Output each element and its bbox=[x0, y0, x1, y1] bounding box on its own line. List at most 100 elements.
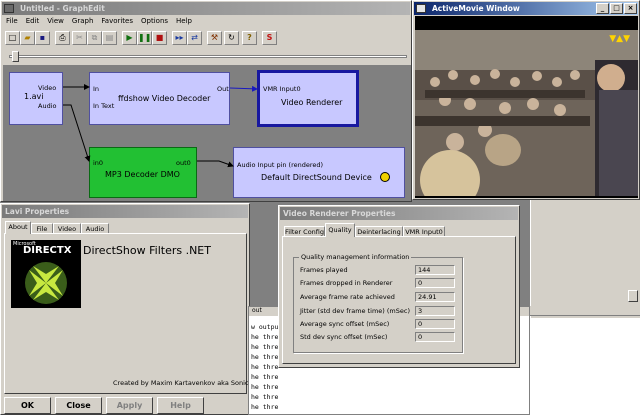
tab-audio-label: Audio bbox=[85, 225, 105, 233]
filter-mp3-decoder[interactable]: in0 MP3 Decoder DMO out0 bbox=[89, 147, 197, 198]
pin-audio-out[interactable]: Audio bbox=[38, 102, 56, 110]
refresh-icon[interactable]: ↻ bbox=[224, 31, 239, 45]
video-renderer-name: Video Renderer bbox=[281, 98, 343, 107]
quality-value-jitter: 3 bbox=[415, 306, 455, 316]
sync-icon[interactable]: ⚒ bbox=[207, 31, 222, 45]
menu-help[interactable]: Help bbox=[176, 16, 192, 27]
lavi-titlebar[interactable]: Lavi Properties bbox=[2, 205, 248, 218]
maximize-button[interactable]: □ bbox=[610, 3, 623, 14]
quality-value-frames-played: 144 bbox=[415, 265, 455, 275]
pin-out[interactable]: Out bbox=[217, 85, 229, 93]
logo-directx-text: DIRECTX bbox=[23, 245, 72, 256]
right-scroll-box[interactable] bbox=[628, 290, 638, 302]
audio-renderer-name: Default DirectSound Device bbox=[261, 173, 372, 182]
filter-video-renderer[interactable]: VMR Input0 Video Renderer bbox=[257, 70, 359, 127]
ok-button[interactable]: OK bbox=[4, 397, 51, 414]
help-label: Help bbox=[170, 401, 191, 410]
tab-file-label: File bbox=[36, 225, 48, 233]
quality-label-frames-played: Frames played bbox=[300, 266, 348, 274]
quality-group-label: Quality management information bbox=[299, 253, 412, 261]
menu-favorites[interactable]: Favorites bbox=[101, 16, 133, 27]
console-line: he thre bbox=[251, 403, 279, 411]
save-icon[interactable]: ▪ bbox=[35, 31, 50, 45]
menu-graph[interactable]: Graph bbox=[72, 16, 93, 27]
paste-icon[interactable]: ▤ bbox=[102, 31, 117, 45]
tab-about[interactable]: About bbox=[5, 221, 31, 234]
apply-button[interactable]: Apply bbox=[106, 397, 153, 414]
graphedit-app-icon bbox=[4, 4, 14, 13]
stop-icon[interactable]: ■ bbox=[152, 31, 167, 45]
tab-video-label: Video bbox=[57, 225, 77, 233]
pin-in0[interactable]: in0 bbox=[93, 159, 103, 167]
directx-x-icon bbox=[25, 262, 67, 304]
console-line: he thre bbox=[251, 353, 279, 361]
right-panel-body bbox=[530, 318, 640, 415]
tab-quality[interactable]: Quality bbox=[325, 223, 355, 237]
menu-view[interactable]: View bbox=[47, 16, 64, 27]
lavi-title: Lavi Properties bbox=[5, 207, 70, 216]
tab-about-label: About bbox=[8, 223, 28, 231]
quality-label-avg-sync: Average sync offset (mSec) bbox=[300, 320, 390, 328]
activemovie-window: ActiveMovie Window _ □ × ▼▲▼ bbox=[412, 0, 640, 200]
lavi-credit: Created by Maxim Kartavenkov aka Sonic bbox=[113, 379, 249, 387]
step-icon[interactable]: ▸▸ bbox=[172, 31, 187, 45]
filter-audio-renderer[interactable]: Audio Input pin (rendered) Default Direc… bbox=[233, 147, 405, 198]
lavi-properties-window: Lavi Properties About File Video Audio M… bbox=[0, 203, 250, 415]
right-panel-header bbox=[530, 306, 640, 316]
pin-video-out[interactable]: Video bbox=[38, 84, 56, 92]
minimize-button[interactable]: _ bbox=[596, 3, 609, 14]
lavi-heading: DirectShow Filters .NET bbox=[83, 244, 211, 257]
filter-video-decoder[interactable]: In ffdshow Video Decoder In Text Out bbox=[89, 72, 230, 125]
vmr-titlebar[interactable]: Video Renderer Properties bbox=[280, 207, 518, 220]
console-line: he thre bbox=[251, 393, 279, 401]
quality-label-frames-dropped: Frames dropped in Renderer bbox=[300, 279, 393, 287]
filter-source[interactable]: Video 1.avi Audio bbox=[9, 72, 63, 125]
help-button[interactable]: Help bbox=[157, 397, 204, 414]
new-icon[interactable]: □ bbox=[5, 31, 20, 45]
console-line: he thre bbox=[251, 343, 279, 351]
pin-in-text[interactable]: In Text bbox=[93, 102, 114, 110]
quality-label-std-sync: Std dev sync offset (mSec) bbox=[300, 333, 388, 341]
seek-slider-track[interactable] bbox=[9, 55, 407, 58]
pin-in[interactable]: In bbox=[93, 85, 99, 93]
graphedit-titlebar[interactable]: Untitled - GraphEdit bbox=[2, 2, 410, 15]
console-line: he thre bbox=[251, 363, 279, 371]
print-icon[interactable]: ⎙ bbox=[55, 31, 70, 45]
seek-icon[interactable]: ⇄ bbox=[187, 31, 202, 45]
quality-label-frame-rate: Average frame rate achieved bbox=[300, 293, 395, 301]
cut-icon[interactable]: ✂ bbox=[72, 31, 87, 45]
quality-label-jitter: Jitter (std dev frame time) (mSec) bbox=[300, 307, 410, 315]
vmr-title: Video Renderer Properties bbox=[283, 209, 396, 218]
quality-value-std-sync: 0 bbox=[415, 332, 455, 342]
pin-out0[interactable]: out0 bbox=[176, 159, 191, 167]
tab-deinterlacing-label: Deinterlacing bbox=[357, 228, 401, 236]
console-line: he thre bbox=[251, 373, 279, 381]
pause-icon[interactable]: ❚❚ bbox=[137, 31, 152, 45]
play-icon[interactable]: ▶ bbox=[122, 31, 137, 45]
mp3-decoder-name: MP3 Decoder DMO bbox=[105, 170, 180, 179]
activemovie-title: ActiveMovie Window bbox=[432, 4, 520, 13]
seek-slider-thumb[interactable] bbox=[12, 51, 19, 62]
quality-value-frames-dropped: 0 bbox=[415, 278, 455, 288]
menu-edit[interactable]: Edit bbox=[26, 16, 40, 27]
open-icon[interactable]: ▰ bbox=[20, 31, 35, 45]
console-title: out bbox=[252, 307, 262, 314]
help-icon[interactable]: ? bbox=[242, 31, 257, 45]
graphedit-title: Untitled - GraphEdit bbox=[20, 4, 105, 13]
clock-icon bbox=[380, 172, 390, 182]
close-dialog-button[interactable]: Close bbox=[55, 397, 102, 414]
console-line: he thre bbox=[251, 383, 279, 391]
graphedit-window: Untitled - GraphEdit File Edit View Grap… bbox=[0, 0, 412, 202]
close-button[interactable]: × bbox=[624, 3, 637, 14]
video-frame: ▼▲▼ bbox=[415, 16, 638, 198]
graphedit-menubar: File Edit View Graph Favorites Options H… bbox=[3, 16, 192, 27]
copy-icon[interactable]: ⧉ bbox=[87, 31, 102, 45]
tab-vmr-input0-label: VMR Input0 bbox=[405, 228, 443, 236]
quality-value-frame-rate: 24.91 bbox=[415, 292, 455, 302]
menu-options[interactable]: Options bbox=[141, 16, 168, 27]
settings-icon[interactable]: S bbox=[262, 31, 277, 45]
menu-file[interactable]: File bbox=[6, 16, 18, 27]
source-name: 1.avi bbox=[24, 92, 44, 101]
pin-audio-input[interactable]: Audio Input pin (rendered) bbox=[237, 161, 323, 169]
pin-vmr-input0[interactable]: VMR Input0 bbox=[263, 85, 301, 93]
